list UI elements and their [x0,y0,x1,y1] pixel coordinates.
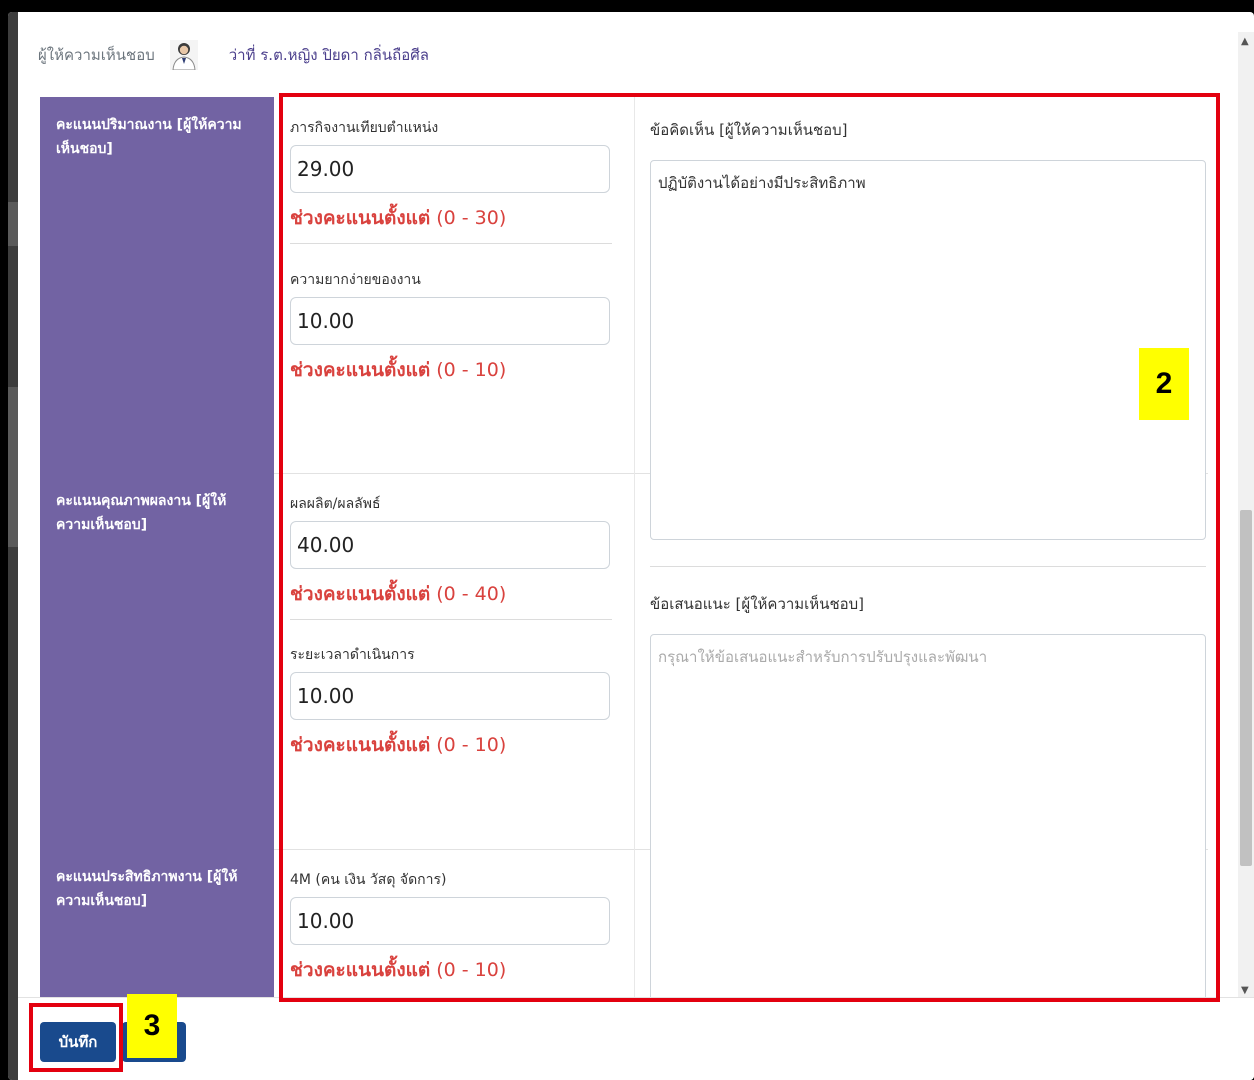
callout-number-3: 3 [127,994,177,1058]
scrollbar[interactable]: ▲ ▼ [1238,32,1254,1000]
scroll-down-arrow-icon[interactable]: ▼ [1241,985,1249,996]
category-label: คะแนนปริมาณงาน [ผู้ให้ความเห็นชอบ] [40,97,274,473]
modal-footer: บันทึก [18,997,1254,1080]
reviewer-row: ผู้ให้ความเห็นชอบ ว่าที่ ร.ต.หญิง ปิยดา … [38,40,429,70]
reviewer-name: ว่าที่ ร.ต.หญิง ปิยดา กลิ่นถือศีล [228,46,429,64]
gutter-mark [8,387,18,547]
scrollbar-thumb[interactable] [1240,510,1252,866]
left-gutter [8,12,18,1080]
callout-box-2 [279,93,1220,1002]
category-label: คะแนนประสิทธิภาพงาน [ผู้ให้ความเห็นชอบ] [40,849,274,997]
callout-box-3 [29,1003,123,1072]
gutter-mark [8,202,18,246]
category-label: คะแนนคุณภาพผลงาน [ผู้ให้ความเห็นชอบ] [40,473,274,849]
callout-number-2: 2 [1139,348,1189,420]
scroll-up-arrow-icon[interactable]: ▲ [1241,36,1249,47]
reviewer-label: ผู้ให้ความเห็นชอบ [38,46,155,64]
avatar-icon [169,40,199,70]
